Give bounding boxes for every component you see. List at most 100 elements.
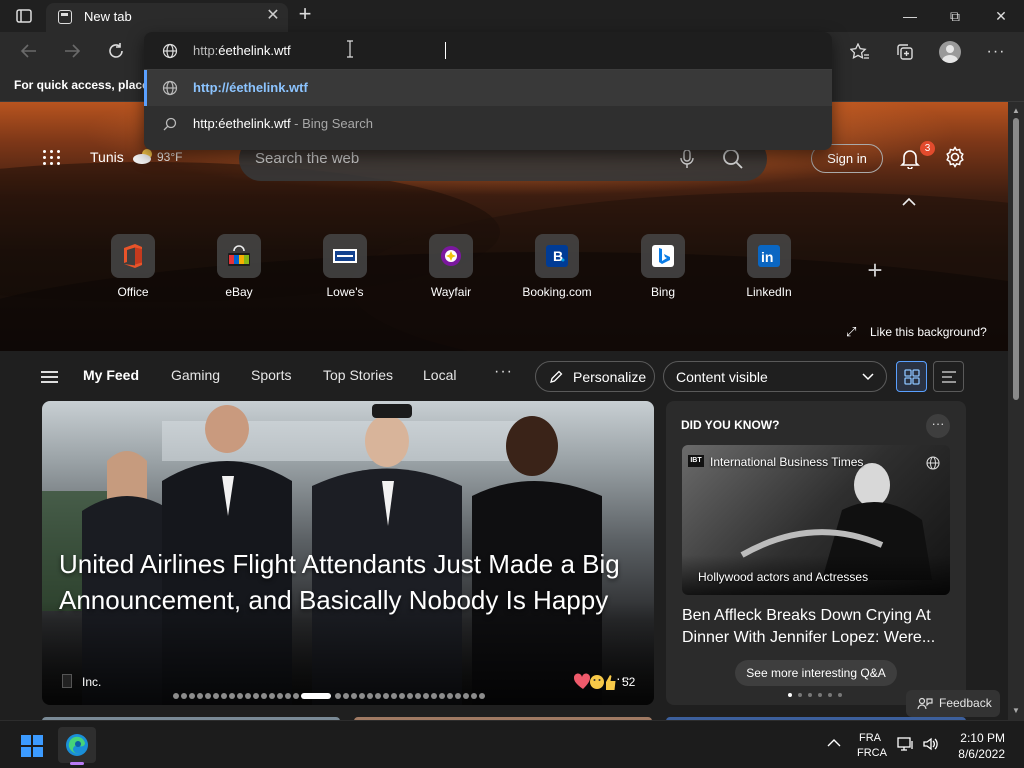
settings-more-button[interactable]: ··· [982,38,1010,66]
taskbar-clock[interactable]: 2:10 PM 8/6/2022 [949,730,1005,762]
qa-title[interactable]: Ben Affleck Breaks Down Crying At Dinner… [682,605,952,649]
carousel-dot[interactable] [181,693,187,699]
quick-link-wayfair[interactable]: Wayfair [416,234,486,299]
suggestion-url[interactable]: http://éethelink.wtf [144,70,832,106]
feed-more-button[interactable]: ··· [494,363,513,381]
search-icon[interactable] [722,148,744,170]
carousel-dot[interactable] [245,693,251,699]
menu-icon[interactable] [41,371,58,383]
carousel-dot[interactable] [463,693,469,699]
publisher-name[interactable]: International Business Times [710,455,863,469]
new-tab-button[interactable]: + [294,3,316,26]
carousel-dot[interactable] [285,693,291,699]
bell-icon[interactable] [899,147,921,169]
carousel-dot[interactable] [415,693,421,699]
news-headline[interactable]: United Airlines Flight Attendants Just M… [59,546,644,618]
feed-tab-gaming[interactable]: Gaming [171,367,220,383]
carousel-dot[interactable] [261,693,267,699]
quick-link-bing[interactable]: Bing [628,234,698,299]
carousel-dot[interactable] [798,693,802,697]
reactions-icon[interactable] [573,672,617,692]
carousel-dot[interactable] [221,693,227,699]
quick-link-office[interactable]: Office [98,234,168,299]
address-bar-input[interactable]: http:éethelink.wtf [144,32,832,70]
grid-view-button[interactable] [896,361,927,392]
carousel-dot[interactable] [205,693,211,699]
suggestion-search[interactable]: http:éethelink.wtf - Bing Search [144,106,832,142]
carousel-dot[interactable] [808,693,812,697]
personalize-button[interactable]: Personalize [535,361,655,392]
weather-city[interactable]: Tunis [90,149,124,165]
network-icon[interactable] [897,736,915,752]
carousel-dots[interactable] [788,693,848,698]
gear-icon[interactable] [944,146,966,168]
list-view-button[interactable] [933,361,964,392]
carousel-dot[interactable] [391,693,397,699]
carousel-dot[interactable] [173,693,179,699]
scroll-down-icon[interactable]: ▼ [1012,706,1020,715]
carousel-dot[interactable] [343,693,349,699]
feed-tab-my-feed[interactable]: My Feed [83,367,139,383]
browser-tab-new-tab[interactable]: New tab ✕ [46,3,288,32]
see-more-qa-button[interactable]: See more interesting Q&A [735,660,897,686]
profile-button[interactable] [936,38,964,66]
apps-grid-icon[interactable] [43,150,61,166]
carousel-dot[interactable] [479,693,485,699]
volume-icon[interactable] [922,736,940,752]
carousel-dot[interactable] [253,693,259,699]
restore-button[interactable]: ⧉ [935,4,975,28]
favorites-button[interactable] [846,38,874,66]
carousel-dot[interactable] [335,693,341,699]
microphone-icon[interactable] [680,149,694,169]
carousel-dot[interactable] [818,693,822,697]
carousel-dot[interactable] [269,693,275,699]
carousel-dot[interactable] [367,693,373,699]
globe-icon[interactable] [926,456,940,470]
close-window-button[interactable]: ✕ [981,4,1021,28]
carousel-dot-active[interactable] [788,693,792,697]
weather-temperature[interactable]: 93°F [157,150,182,164]
carousel-dot[interactable] [237,693,243,699]
page-scrollbar[interactable]: ▲ ▼ [1008,102,1024,720]
carousel-dot[interactable] [407,693,413,699]
carousel-dot-active[interactable] [301,693,331,699]
carousel-dot[interactable] [447,693,453,699]
feed-tab-top-stories[interactable]: Top Stories [323,367,393,383]
carousel-dot[interactable] [293,693,299,699]
add-quick-link-button[interactable]: + [864,257,886,283]
carousel-dot[interactable] [399,693,405,699]
carousel-dot[interactable] [197,693,203,699]
feedback-button[interactable]: Feedback [906,690,1000,717]
scroll-up-icon[interactable]: ▲ [1012,106,1020,115]
carousel-dot[interactable] [213,693,219,699]
windows-start-button[interactable] [21,735,43,757]
scrollbar-thumb[interactable] [1013,118,1019,400]
carousel-dot[interactable] [828,693,832,697]
tab-actions-button[interactable] [8,4,40,28]
main-news-card[interactable]: United Airlines Flight Attendants Just M… [42,401,654,705]
input-language[interactable]: FRA FRCA [857,731,887,761]
quick-link-lowes[interactable]: Lowe's [310,234,380,299]
quick-link-linkedin[interactable]: in LinkedIn [734,234,804,299]
back-button[interactable] [16,38,42,64]
carousel-dot[interactable] [351,693,357,699]
carousel-dot[interactable] [383,693,389,699]
carousel-dot[interactable] [431,693,437,699]
carousel-dot[interactable] [439,693,445,699]
like-background-link[interactable]: ⤢ Like this background? [846,324,987,340]
carousel-dots[interactable] [173,693,523,699]
card-more-button[interactable]: ··· [926,414,950,438]
minimize-button[interactable]: — [890,4,930,28]
content-visibility-dropdown[interactable]: Content visible [663,361,887,392]
chevron-up-icon[interactable] [827,738,841,748]
feed-tab-local[interactable]: Local [423,367,456,383]
qa-image[interactable]: IBT International Business Times Hollywo… [682,445,950,595]
refresh-button[interactable] [103,38,129,64]
forward-button[interactable] [59,38,85,64]
quick-link-ebay[interactable]: eBay [204,234,274,299]
carousel-dot[interactable] [189,693,195,699]
chevron-up-icon[interactable] [901,196,917,208]
card-more-button[interactable]: ··· [616,670,630,686]
collections-button[interactable] [891,38,919,66]
carousel-dot[interactable] [423,693,429,699]
